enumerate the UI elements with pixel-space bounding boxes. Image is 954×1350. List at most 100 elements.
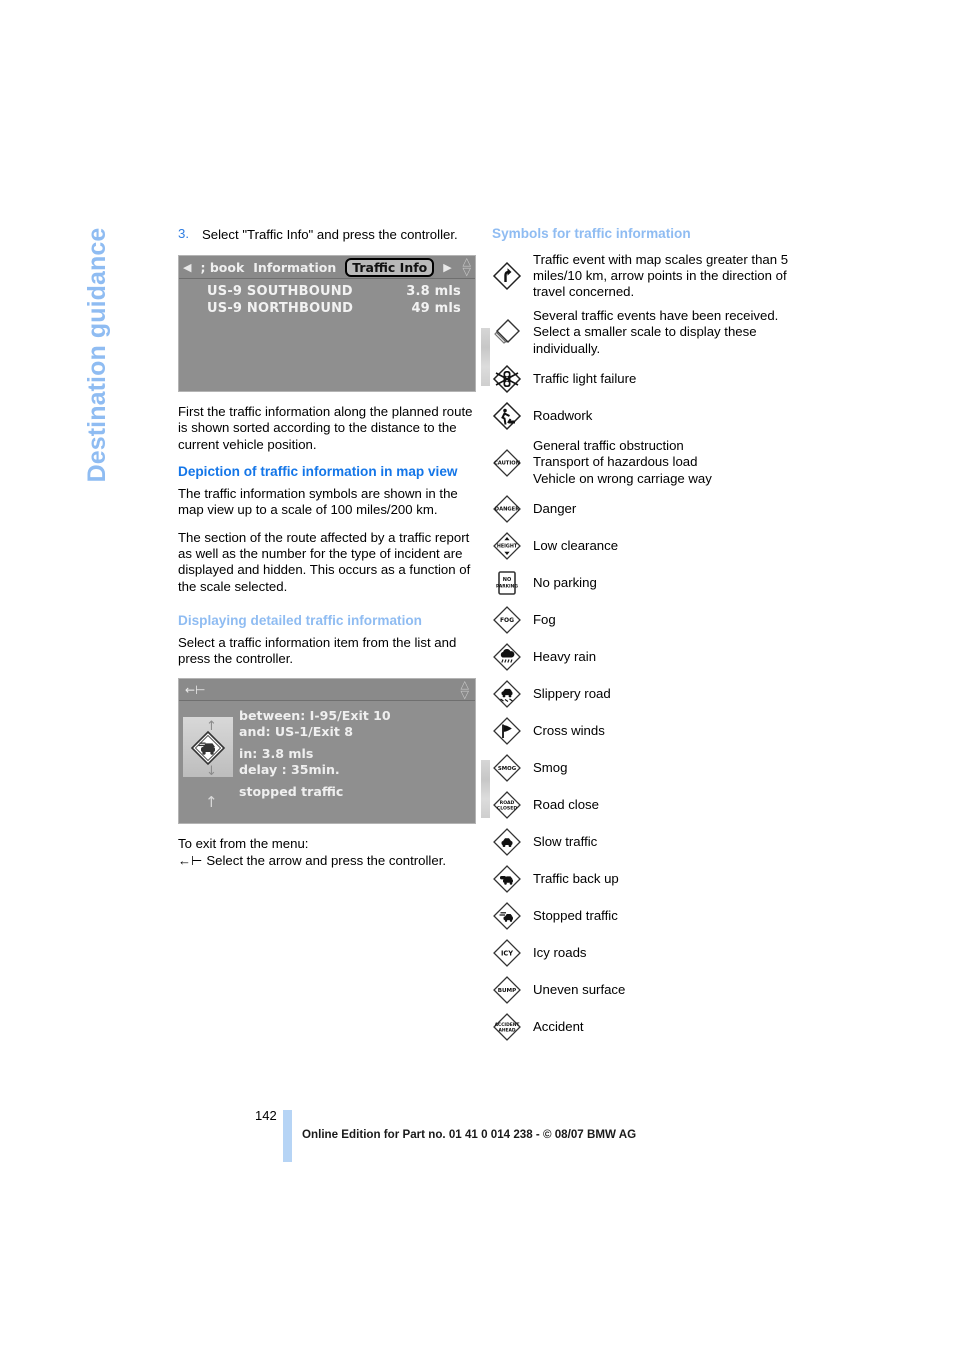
symbol-label: Fog [533,611,556,627]
cross-winds-icon [492,716,522,746]
figure-id-caption [481,760,490,819]
tab-traffic-info[interactable]: Traffic Info [345,257,435,277]
list-item-name: US-9 SOUTHBOUND [207,284,353,299]
symbol-row: Traffic back up [492,864,792,894]
several-events-stack-icon [492,317,522,347]
symbol-label: Smog [533,759,568,775]
symbol-row: HEIGHT Low clearance [492,531,792,561]
road-close-icon-text-1: ROAD [500,800,515,806]
next-arrow-icon[interactable]: ▶ [443,261,451,274]
no-parking-icon-text-2: PARKING [496,584,518,590]
heavy-rain-icon [492,642,522,672]
breadcrumb-book[interactable]: ; book [200,260,244,275]
symbol-row: FOG Fog [492,605,792,635]
detail-delay: delay : 35min. [239,761,340,777]
footer-imprint: Online Edition for Part no. 01 41 0 014 … [302,1128,637,1141]
symbol-row: Traffic light failure [492,364,792,394]
scroll-indicator-icon[interactable]: △ ▽ [463,256,471,277]
symbol-label: Traffic back up [533,870,619,886]
icy-icon-text: ICY [501,950,513,958]
detail-and: and: US-1/Exit 8 [239,723,353,739]
height-icon-text: HEIGHT [497,544,518,550]
symbol-label: Heavy rain [533,648,597,664]
symbol-label: Traffic light failure [533,370,637,386]
symbol-row: Slow traffic [492,827,792,857]
list-item[interactable]: US-9 NORTHBOUND 49 mls [179,300,475,317]
symbol-label: Slippery road [533,685,611,701]
symbol-row: ACCIDENT AHEAD Accident [492,1012,792,1042]
symbol-label: Roadwork [533,407,593,423]
detail-body: ↑ ↓ ↑ between: I-95/Exit 10 and: US-1/Ex… [179,701,475,824]
symbol-row: CAUTION General traffic obstruction Tran… [492,438,792,487]
smog-icon: SMOG [492,753,522,783]
symbol-label: Icy roads [533,944,587,960]
icy-roads-icon: ICY [492,938,522,968]
stopped-traffic-icon [190,731,226,766]
detail-text-pane: between: I-95/Exit 10 and: US-1/Exit 8 i… [237,701,475,823]
scroll-indicator-icon[interactable]: △ ▽ [461,679,469,700]
traffic-light-failure-icon [492,364,522,394]
symbol-row: ROAD CLOSED Road close [492,790,792,820]
paragraph-map-2: The section of the route affected by a t… [178,529,471,594]
symbol-label: Accident [533,1018,584,1034]
symbol-label: Danger [533,500,577,516]
danger-icon-text: DANGER [495,507,519,513]
symbol-row: Traffic event with map scales greater th… [492,252,792,301]
fog-icon-text: FOG [500,617,514,624]
right-column: Symbols for traffic information Traffic … [492,226,792,1049]
list-item-distance: 49 mls [411,301,461,316]
symbol-label: Slow traffic [533,833,598,849]
low-clearance-icon: HEIGHT [492,531,522,561]
figure-traffic-detail: ←⊢ △ ▽ ↑ ↓ ↑ between: I-95/Exit 10 and: … [178,678,490,825]
traffic-event-arrow-icon [492,261,522,291]
step-item: 3. Select "Traffic Info" and press the c… [178,226,474,244]
breadcrumb-information[interactable]: Information [253,260,336,275]
back-arrow-icon[interactable]: ←⊢ [185,683,206,697]
left-column: 3. Select "Traffic Info" and press the c… [178,226,490,869]
exit-instruction: Select the arrow and press the controlle… [206,852,447,868]
prev-arrow-icon[interactable]: ◀ [183,261,191,274]
bump-icon-text: BUMP [498,988,516,994]
symbol-label: Road close [533,796,599,812]
screenshot-traffic-list: ◀ ; book Information Traffic Info ▶ △ ▽ U… [178,255,476,392]
list-item-distance: 3.8 mls [406,284,461,299]
paragraph-map-1: The traffic information symbols are show… [178,485,458,518]
road-close-icon-text-2: CLOSED [497,806,517,812]
symbol-label: General traffic obstruction Transport of… [533,437,712,486]
slow-traffic-icon [492,827,522,857]
traffic-list: US-9 SOUTHBOUND 3.8 mls US-9 NORTHBOUND … [179,279,475,391]
heading-symbols: Symbols for traffic information [492,226,691,241]
accident-icon-text-1: ACCIDENT [495,1022,520,1028]
figure-traffic-info-list: ◀ ; book Information Traffic Info ▶ △ ▽ U… [178,255,490,392]
symbol-label: Traffic event with map scales greater th… [533,251,789,300]
symbol-label: Cross winds [533,722,605,738]
list-item[interactable]: US-9 SOUTHBOUND 3.8 mls [179,283,475,300]
detail-status: stopped traffic [239,784,344,800]
highlighted-symbol-tile[interactable]: ↑ ↓ [183,717,233,779]
no-parking-icon: NO PARKING [492,568,522,598]
symbol-label: No parking [533,574,597,590]
detail-between: between: I-95/Exit 10 [239,708,391,724]
accident-icon-text-2: AHEAD [498,1028,515,1034]
stopped-traffic-icon [492,901,522,931]
list-item-name: US-9 NORTHBOUND [207,301,354,316]
symbol-row: ICY Icy roads [492,938,792,968]
exit-intro: To exit from the menu: [178,836,309,852]
back-arrow-icon: ←⊢ [178,852,203,868]
symbol-row: Slippery road [492,679,792,709]
symbol-row: Stopped traffic [492,901,792,931]
heading-detailed-info: Displaying detailed traffic information [178,613,422,629]
running-head: Destination guidance [83,227,111,483]
figure-id-caption [481,328,490,386]
symbol-label: Several traffic events have been receive… [533,307,779,356]
symbol-label: Stopped traffic [533,907,618,923]
caution-icon: CAUTION [492,448,522,478]
caution-icon-text: CAUTION [494,460,520,466]
manual-page: Destination guidance 3. Select "Traffic … [0,0,954,1350]
detail-in: in: 3.8 mls [239,746,314,762]
scroll-up-arrow-icon[interactable]: ↑ [205,793,218,811]
step-text: Select "Traffic Info" and press the cont… [202,227,458,242]
detail-icon-pane: ↑ ↓ ↑ [179,701,237,823]
slippery-road-icon [492,679,522,709]
roadwork-icon [492,401,522,431]
